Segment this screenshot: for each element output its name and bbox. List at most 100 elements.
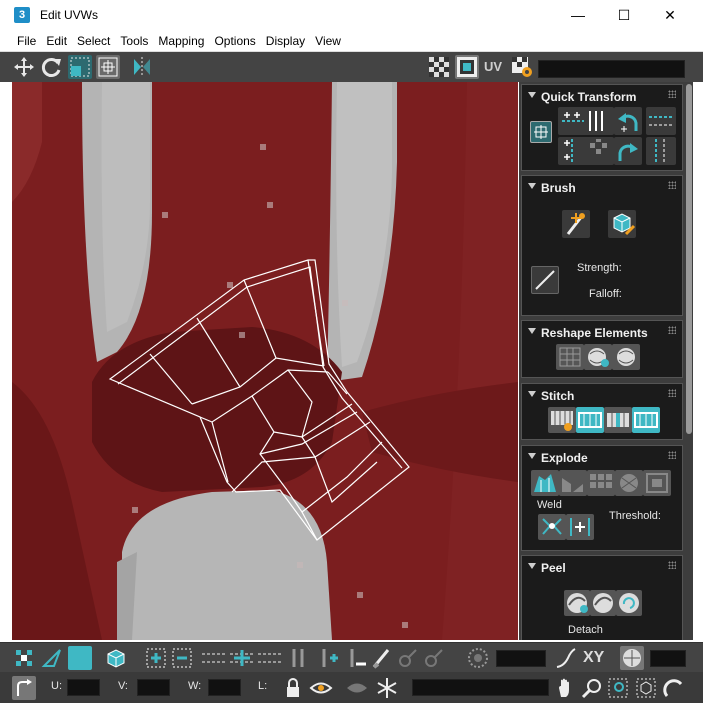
- peel-title[interactable]: Peel: [541, 561, 566, 575]
- selection-set-field[interactable]: [412, 679, 549, 696]
- u-value-field[interactable]: [67, 679, 100, 696]
- loop-shrink-icon[interactable]: [344, 646, 368, 670]
- soft-selection-icon[interactable]: [466, 646, 490, 670]
- collapse-arrow-icon[interactable]: [528, 391, 536, 397]
- element-value-field[interactable]: [650, 650, 686, 667]
- space-vertical-icon[interactable]: [646, 137, 676, 165]
- relax-brush-icon[interactable]: [608, 210, 636, 238]
- mirror-icon[interactable]: [130, 55, 154, 79]
- uv-viewport[interactable]: [12, 82, 518, 640]
- uv-label[interactable]: UV: [484, 59, 502, 74]
- collapse-arrow-icon[interactable]: [528, 563, 536, 569]
- show-icon[interactable]: [345, 676, 369, 700]
- panel-scrollbar[interactable]: [686, 84, 692, 434]
- quick-peel-icon[interactable]: [564, 590, 590, 616]
- scale-icon[interactable]: [68, 55, 92, 79]
- align-vertical-icon[interactable]: [558, 137, 614, 165]
- checker-pattern-icon[interactable]: [427, 55, 451, 79]
- soft-select-value-field[interactable]: [496, 650, 546, 667]
- straighten-icon[interactable]: [556, 344, 584, 370]
- menu-display[interactable]: Display: [261, 30, 310, 52]
- space-horizontal-icon[interactable]: [646, 107, 676, 135]
- relax-settings-icon[interactable]: [612, 344, 640, 370]
- menu-tools[interactable]: Tools: [115, 30, 153, 52]
- rotate-cw-icon[interactable]: [614, 137, 642, 165]
- show-map-icon[interactable]: [455, 55, 479, 79]
- maximize-button[interactable]: ☐: [601, 0, 647, 30]
- freeze-icon[interactable]: [375, 676, 399, 700]
- brush-line-icon[interactable]: [531, 266, 559, 294]
- collapse-arrow-icon[interactable]: [528, 92, 536, 98]
- rotate-ccw-icon[interactable]: [614, 107, 642, 135]
- element-select-icon[interactable]: [104, 646, 128, 670]
- drag-handle-icon[interactable]: [668, 90, 676, 98]
- snap-icon[interactable]: [662, 676, 686, 700]
- zoom-region-icon[interactable]: [606, 676, 630, 700]
- quick-transform-title[interactable]: Quick Transform: [541, 90, 636, 104]
- stitch-to-source-icon[interactable]: [632, 407, 660, 433]
- reshape-elements-title[interactable]: Reshape Elements: [541, 326, 648, 340]
- drag-handle-icon[interactable]: [668, 561, 676, 569]
- stitch-to-target-icon[interactable]: [576, 407, 604, 433]
- collapse-arrow-icon[interactable]: [528, 328, 536, 334]
- face-select-icon[interactable]: [68, 646, 92, 670]
- close-button[interactable]: ✕: [647, 0, 693, 30]
- paint-move-icon[interactable]: [562, 210, 590, 238]
- zoom-icon[interactable]: [580, 676, 604, 700]
- break-by-polygon-groups-icon[interactable]: [531, 470, 559, 496]
- relax-icon[interactable]: [584, 344, 612, 370]
- vertex-select-icon[interactable]: [12, 646, 36, 670]
- map-settings-icon[interactable]: [510, 55, 534, 79]
- peel-mode-icon[interactable]: [590, 590, 616, 616]
- ring-select-icon[interactable]: [286, 646, 310, 670]
- loop-grow-icon[interactable]: [316, 646, 340, 670]
- texture-dropdown[interactable]: [538, 60, 685, 78]
- w-value-field[interactable]: [208, 679, 241, 696]
- v-value-field[interactable]: [137, 679, 170, 696]
- edge-loop-select-icon[interactable]: [200, 646, 284, 670]
- edge-select-icon[interactable]: [40, 646, 64, 670]
- paint-grow-icon[interactable]: [396, 646, 420, 670]
- menu-mapping[interactable]: Mapping: [153, 30, 209, 52]
- freeform-icon[interactable]: [96, 55, 120, 79]
- absolute-mode-icon[interactable]: [12, 676, 36, 700]
- break-by-angle-icon[interactable]: [615, 470, 643, 496]
- minimize-button[interactable]: —: [555, 0, 601, 30]
- falloff-curve-icon[interactable]: [554, 646, 578, 670]
- select-by-element-icon[interactable]: [620, 646, 644, 670]
- menu-select[interactable]: Select: [72, 30, 115, 52]
- align-horizontal-icon[interactable]: [558, 107, 614, 135]
- menu-file[interactable]: File: [12, 30, 41, 52]
- hide-icon[interactable]: [309, 676, 333, 700]
- zoom-extents-icon[interactable]: [634, 676, 658, 700]
- reset-peel-icon[interactable]: [616, 590, 642, 616]
- break-by-material-icon[interactable]: [587, 470, 615, 496]
- paint-shrink-icon[interactable]: [422, 646, 446, 670]
- stitch-average-icon[interactable]: [604, 407, 632, 433]
- stitch-title[interactable]: Stitch: [541, 389, 574, 403]
- xy-label[interactable]: XY: [583, 649, 604, 667]
- drag-handle-icon[interactable]: [668, 389, 676, 397]
- brush-title[interactable]: Brush: [541, 181, 576, 195]
- weld-all-selected-icon[interactable]: [566, 514, 594, 540]
- move-icon[interactable]: [12, 55, 36, 79]
- pivot-icon[interactable]: [530, 121, 552, 143]
- drag-handle-icon[interactable]: [668, 181, 676, 189]
- collapse-arrow-icon[interactable]: [528, 183, 536, 189]
- break-by-smoothing-icon[interactable]: [559, 470, 587, 496]
- pan-icon[interactable]: [554, 676, 578, 700]
- shrink-select-icon[interactable]: [170, 646, 194, 670]
- lock-icon[interactable]: [281, 676, 305, 700]
- menu-options[interactable]: Options: [209, 30, 260, 52]
- collapse-arrow-icon[interactable]: [528, 453, 536, 459]
- explode-title[interactable]: Explode: [541, 451, 588, 465]
- menu-view[interactable]: View: [310, 30, 346, 52]
- drag-handle-icon[interactable]: [668, 451, 676, 459]
- grow-select-icon[interactable]: [144, 646, 168, 670]
- rotate-icon[interactable]: [40, 55, 64, 79]
- uv-texture-canvas[interactable]: [12, 82, 518, 640]
- paint-select-icon[interactable]: [370, 646, 394, 670]
- break-by-seams-icon[interactable]: [643, 470, 671, 496]
- drag-handle-icon[interactable]: [668, 326, 676, 334]
- menu-edit[interactable]: Edit: [41, 30, 72, 52]
